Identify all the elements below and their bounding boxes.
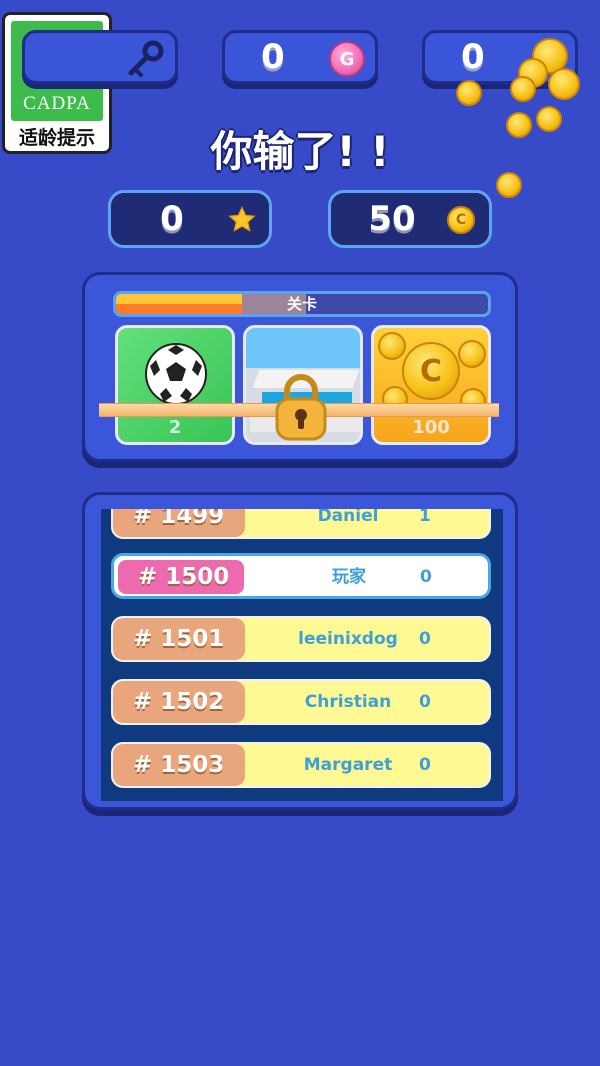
rank-badge: # 1499 [113, 509, 245, 537]
player-score: 0 [419, 755, 431, 775]
star-icon [228, 206, 256, 232]
reward-count: 100 [412, 417, 450, 438]
coin-count: 0 [461, 37, 485, 77]
coins-earned: 50 C [328, 190, 492, 248]
key-counter: 0 [22, 30, 178, 84]
coin-icon: C [447, 206, 475, 234]
rank-badge: # 1501 [113, 618, 245, 660]
leaderboard-panel: # 1499 Daniel 1 # 1500 玩家 0 # 1501 leein… [82, 492, 518, 810]
leaderboard-row: # 1499 Daniel 1 [111, 509, 491, 539]
player-score: 1 [419, 509, 431, 526]
level-label: 关卡 [286, 295, 317, 313]
leaderboard-list[interactable]: # 1499 Daniel 1 # 1500 玩家 0 # 1501 leein… [101, 509, 503, 801]
coins-earned-value: 50 [368, 199, 416, 239]
gem-coin-icon: G [329, 41, 365, 77]
level-reward-panel: 关卡 2 C 100 [82, 272, 518, 462]
gem-count: 0 [261, 37, 285, 77]
player-name: Margaret [303, 755, 393, 775]
player-score: 0 [419, 629, 431, 649]
soccer-ball-icon [145, 343, 207, 405]
gem-counter: 0 G [222, 30, 378, 84]
coin-icon [510, 76, 536, 102]
level-progress-bar: 关卡 [113, 291, 491, 317]
age-rating-org: CADPA [23, 93, 91, 114]
player-name: 玩家 [332, 567, 366, 587]
reward-card-coins[interactable]: C 100 [371, 325, 491, 445]
coin-icon [378, 332, 406, 360]
reward-card-soccer[interactable]: 2 [115, 325, 235, 445]
rank-badge: # 1502 [113, 681, 245, 723]
leaderboard-row-current-player: # 1500 玩家 0 [111, 553, 491, 599]
result-title: 你输了! ! [210, 127, 390, 176]
player-score: 0 [420, 567, 432, 587]
rank-badge: # 1500 [118, 560, 244, 594]
rank-badge: # 1503 [113, 744, 245, 786]
coin-icon [548, 68, 580, 100]
key-icon [128, 40, 164, 77]
stars-earned: 0 [108, 190, 272, 248]
coin-icon [458, 340, 486, 368]
big-coin-icon: C [402, 342, 460, 400]
reward-count: 2 [168, 417, 182, 438]
player-name: leeinixdog [298, 629, 398, 649]
leaderboard-row: # 1502 Christian 0 [111, 679, 491, 725]
lock-icon [275, 374, 327, 441]
coin-icon [456, 80, 482, 106]
player-name: Christian [304, 692, 392, 712]
leaderboard-row: # 1503 Margaret 0 [111, 742, 491, 788]
player-score: 0 [419, 692, 431, 712]
leaderboard-row: # 1501 leeinixdog 0 [111, 616, 491, 662]
stars-value: 0 [160, 199, 184, 239]
player-name: Daniel [317, 509, 379, 526]
